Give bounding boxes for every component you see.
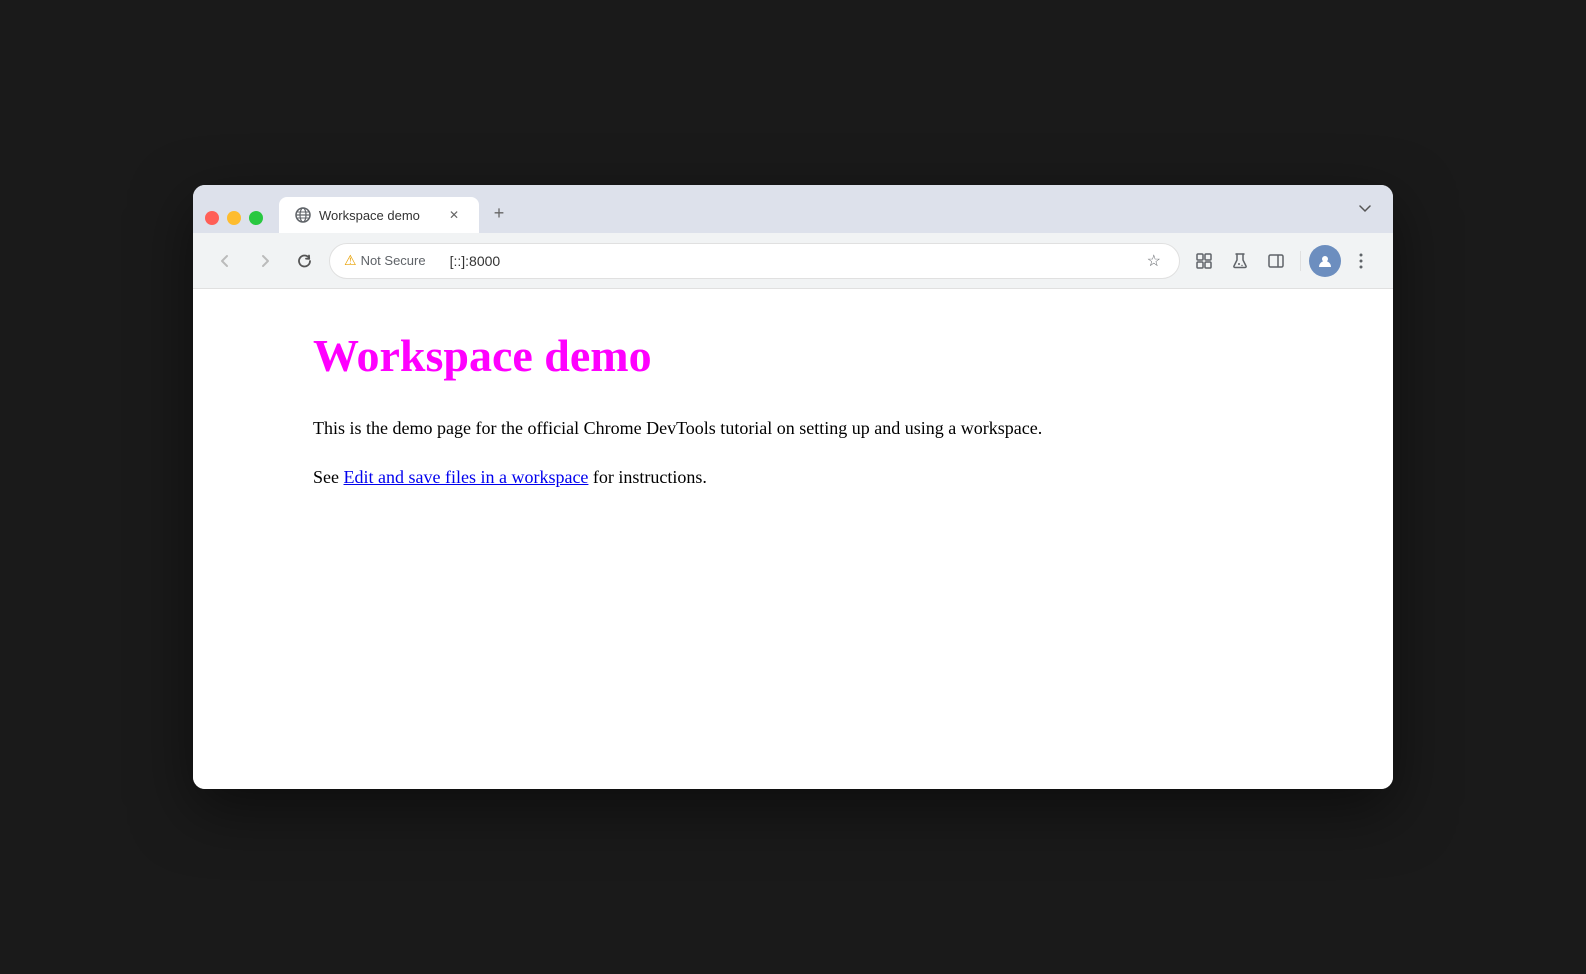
paragraph-2-prefix: See xyxy=(313,467,344,487)
page-heading: Workspace demo xyxy=(313,329,1273,382)
reload-button[interactable] xyxy=(289,245,321,277)
not-secure-label: Not Secure xyxy=(361,253,426,268)
address-bar[interactable]: ⚠ Not Secure [::]:8000 ☆ xyxy=(329,243,1180,279)
page-content: Workspace demo This is the demo page for… xyxy=(193,289,1393,789)
forward-button[interactable] xyxy=(249,245,281,277)
tab-title: Workspace demo xyxy=(319,208,437,223)
nav-bar: ⚠ Not Secure [::]:8000 ☆ xyxy=(193,233,1393,289)
paragraph-2-suffix: for instructions. xyxy=(588,467,707,487)
tab-bar: Workspace demo ✕ + xyxy=(193,185,1393,233)
tab-close-button[interactable]: ✕ xyxy=(445,206,463,224)
bookmark-button[interactable]: ☆ xyxy=(1143,251,1165,271)
page-body: This is the demo page for the official C… xyxy=(313,414,1273,492)
paragraph-2: See Edit and save files in a workspace f… xyxy=(313,463,1273,492)
nav-right-icons xyxy=(1188,245,1377,277)
maximize-button[interactable] xyxy=(249,211,263,225)
labs-button[interactable] xyxy=(1224,245,1256,277)
workspace-link[interactable]: Edit and save files in a workspace xyxy=(344,467,589,487)
paragraph-1: This is the demo page for the official C… xyxy=(313,414,1273,443)
tab-bar-right xyxy=(1349,193,1381,233)
active-tab[interactable]: Workspace demo ✕ xyxy=(279,197,479,233)
security-warning: ⚠ Not Secure xyxy=(344,252,426,269)
profile-button[interactable] xyxy=(1309,245,1341,277)
sidebar-button[interactable] xyxy=(1260,245,1292,277)
back-button[interactable] xyxy=(209,245,241,277)
tab-favicon-icon xyxy=(295,207,311,223)
minimize-button[interactable] xyxy=(227,211,241,225)
extensions-button[interactable] xyxy=(1188,245,1220,277)
tab-dropdown-button[interactable] xyxy=(1349,193,1381,225)
new-tab-button[interactable]: + xyxy=(483,197,515,229)
url-text: [::]:8000 xyxy=(450,253,1135,269)
nav-divider xyxy=(1300,251,1301,271)
browser-window: Workspace demo ✕ + xyxy=(193,185,1393,789)
window-controls xyxy=(205,211,263,233)
close-button[interactable] xyxy=(205,211,219,225)
more-menu-button[interactable] xyxy=(1345,245,1377,277)
warning-icon: ⚠ xyxy=(344,252,357,269)
